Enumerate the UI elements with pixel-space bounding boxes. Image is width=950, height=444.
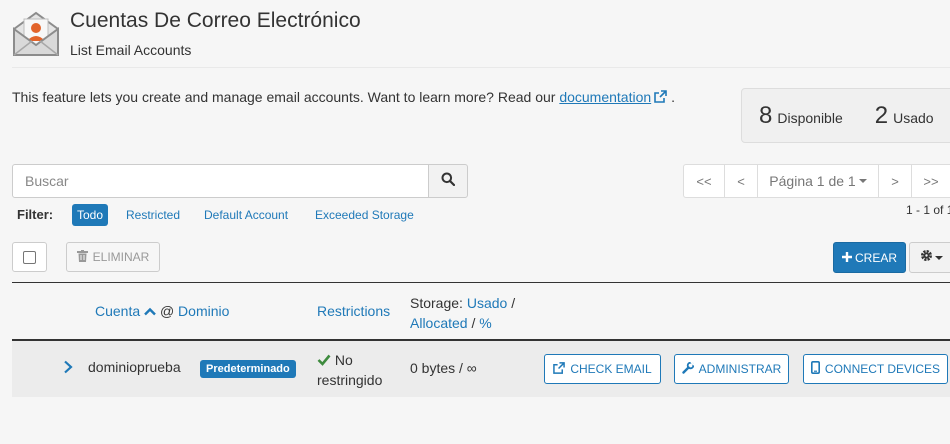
storage-header-slash-1: / bbox=[511, 295, 516, 311]
storage-usage: 0 bytes / ∞ bbox=[410, 360, 477, 376]
at-separator: @ bbox=[159, 303, 175, 319]
email-accounts-app-icon bbox=[12, 9, 60, 57]
delete-button-label: ELIMINAR bbox=[92, 250, 150, 264]
available-count: 8 bbox=[759, 101, 773, 129]
sort-by-storage-percent[interactable]: % bbox=[479, 315, 491, 331]
sort-by-domain[interactable]: Dominio bbox=[178, 303, 229, 319]
check-icon bbox=[317, 352, 331, 368]
filter-restricted[interactable]: Restricted bbox=[121, 204, 185, 226]
sort-by-storage-used[interactable]: Usado bbox=[467, 295, 507, 311]
filter-default-account[interactable]: Default Account bbox=[199, 204, 293, 226]
intro-suffix: . bbox=[671, 89, 675, 105]
manage-button[interactable]: ADMINISTRAR bbox=[674, 354, 789, 384]
connect-devices-button[interactable]: CONNECT DEVICES bbox=[803, 354, 948, 384]
used-label: Usado bbox=[893, 109, 934, 126]
table-top-border bbox=[12, 282, 950, 283]
content-footer-area bbox=[12, 397, 950, 444]
column-header-storage: Storage: Usado / Allocated / % bbox=[410, 293, 515, 333]
chevron-down-icon bbox=[935, 255, 943, 260]
restriction-status: No restringido bbox=[317, 350, 382, 390]
storage-header-slash-2: / bbox=[471, 315, 476, 331]
mobile-phone-icon bbox=[810, 361, 820, 377]
expand-row-chevron-icon[interactable] bbox=[63, 360, 73, 379]
last-page-button[interactable]: >> bbox=[911, 164, 950, 198]
available-stat: 8 Disponible bbox=[759, 102, 843, 130]
filter-exceeded-storage[interactable]: Exceeded Storage bbox=[310, 204, 419, 226]
used-stat: 2 Usado bbox=[875, 102, 934, 130]
search-icon bbox=[441, 172, 456, 191]
search-button[interactable] bbox=[428, 164, 468, 198]
intro-body: This feature lets you create and manage … bbox=[12, 89, 560, 105]
gear-icon bbox=[920, 249, 933, 267]
page-subtitle: List Email Accounts bbox=[70, 42, 192, 58]
create-button[interactable]: CREAR bbox=[833, 242, 906, 273]
sort-by-restrictions[interactable]: Restrictions bbox=[317, 303, 390, 319]
default-account-badge: Predeterminado bbox=[200, 360, 296, 378]
next-page-button[interactable]: > bbox=[878, 164, 912, 198]
page-select[interactable]: Página 1 de 1 bbox=[757, 164, 879, 198]
search-input[interactable] bbox=[12, 164, 429, 198]
documentation-link[interactable]: documentation bbox=[559, 89, 667, 105]
settings-menu-button[interactable] bbox=[909, 242, 950, 273]
documentation-link-label: documentation bbox=[559, 89, 652, 105]
result-range: 1 - 1 of 1 bbox=[906, 203, 950, 217]
account-stats-box: 8 Disponible 2 Usado bbox=[741, 88, 950, 143]
check-email-button[interactable]: CHECK EMAIL bbox=[544, 354, 661, 384]
first-page-button[interactable]: << bbox=[683, 164, 725, 198]
sort-asc-icon bbox=[144, 303, 156, 319]
page-select-label: Página 1 de 1 bbox=[769, 173, 856, 189]
external-link-icon bbox=[553, 361, 566, 377]
restriction-line1: No bbox=[334, 352, 353, 368]
connect-devices-label: CONNECT DEVICES bbox=[824, 362, 941, 376]
plus-icon bbox=[841, 251, 852, 265]
sort-by-account[interactable]: Cuenta bbox=[95, 303, 156, 319]
wrench-icon bbox=[681, 360, 695, 377]
chevron-down-icon bbox=[858, 179, 867, 183]
column-header-account: Cuenta @ Dominio bbox=[95, 303, 229, 319]
column-header-restrictions: Restrictions bbox=[317, 303, 390, 319]
header-divider bbox=[12, 67, 950, 68]
restriction-line2: restringido bbox=[317, 372, 383, 388]
create-button-label: CREAR bbox=[854, 250, 897, 265]
pagination: << < Página 1 de 1 > >> bbox=[683, 164, 950, 198]
delete-button[interactable]: ELIMINAR bbox=[66, 242, 160, 272]
page-title: Cuentas De Correo Electrónico bbox=[70, 9, 361, 32]
filter-label: Filter: bbox=[17, 207, 54, 222]
prev-page-button[interactable]: < bbox=[724, 164, 758, 198]
account-name: dominioprueba bbox=[88, 359, 181, 375]
select-all-checkbox[interactable] bbox=[12, 242, 47, 272]
manage-label: ADMINISTRAR bbox=[698, 362, 782, 376]
storage-header-label: Storage: bbox=[410, 295, 463, 311]
sort-by-storage-allocated[interactable]: Allocated bbox=[410, 315, 468, 331]
account-header-label: Cuenta bbox=[95, 303, 141, 319]
checkbox-box bbox=[23, 250, 36, 264]
intro-text: This feature lets you create and manage … bbox=[12, 89, 675, 106]
available-label: Disponible bbox=[777, 109, 843, 126]
trash-icon bbox=[76, 249, 88, 265]
filter-all[interactable]: Todo bbox=[72, 204, 109, 226]
check-email-label: CHECK EMAIL bbox=[570, 362, 652, 376]
external-link-icon bbox=[654, 90, 667, 106]
used-count: 2 bbox=[874, 101, 889, 129]
